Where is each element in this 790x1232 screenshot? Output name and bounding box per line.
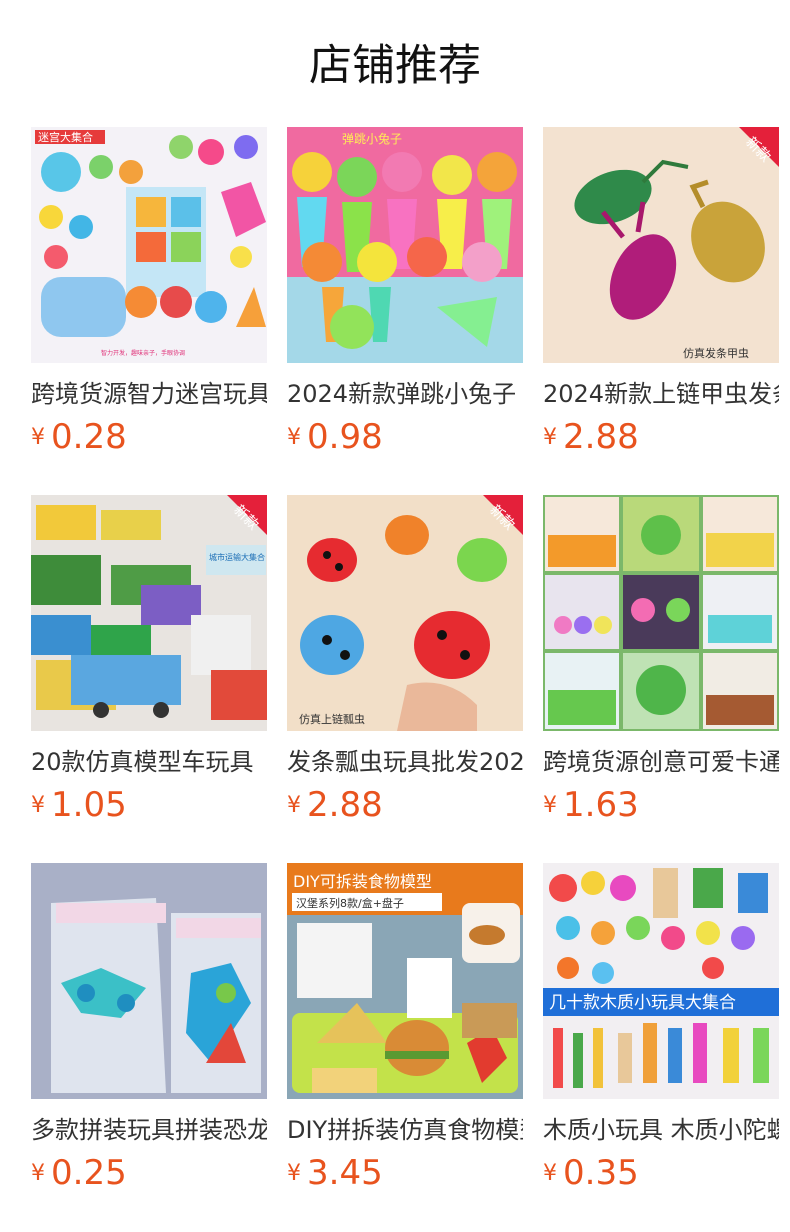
product-price: ¥0.35 <box>543 1153 639 1193</box>
currency-symbol: ¥ <box>287 1160 301 1186</box>
currency-symbol: ¥ <box>287 792 301 818</box>
product-title[interactable]: 发条瓢虫玩具批发2024 <box>287 746 523 778</box>
product-price: ¥3.45 <box>287 1153 383 1193</box>
food-model-image[interactable]: DIY可拆装食物模型 汉堡系列8款/盒+盘子 <box>287 863 523 1099</box>
product-card[interactable]: 几十款木质小玩具大集合 木质小玩具 木质小陀螺 ¥0.35 <box>543 863 779 1231</box>
product-card[interactable]: 跨境货源创意可爱卡通 ¥1.63 <box>543 495 779 863</box>
currency-symbol: ¥ <box>543 424 557 450</box>
wooden-toys-image[interactable]: 几十款木质小玩具大集合 <box>543 863 779 1099</box>
product-card[interactable]: 城市运输大集合 新款 20款仿真模型车玩具 ¥1.05 <box>31 495 267 863</box>
price-value: 0.98 <box>307 417 383 457</box>
banner-text: 几十款木质小玩具大集合 <box>549 993 736 1013</box>
sub-banner-text: 汉堡系列8款/盒+盘子 <box>296 896 404 910</box>
maze-toys-image[interactable]: 迷宫大集合 智力开发，趣味亲子，手眼协调 <box>31 127 267 363</box>
banner-text: 城市运输大集合 <box>209 552 265 562</box>
product-card[interactable]: 多款拼装玩具拼装恐龙 ¥0.25 <box>31 863 267 1231</box>
toy-trucks-image[interactable]: 城市运输大集合 新款 <box>31 495 267 731</box>
price-value: 0.28 <box>51 417 127 457</box>
price-value: 0.25 <box>51 1153 127 1193</box>
caption-text: 智力开发，趣味亲子，手眼协调 <box>101 349 185 357</box>
product-card[interactable]: 迷宫大集合 智力开发，趣味亲子，手眼协调 跨境货源智力迷宫玩具 ¥ 0.28 <box>31 127 267 495</box>
product-title[interactable]: 跨境货源智力迷宫玩具 <box>31 378 267 410</box>
product-title[interactable]: 跨境货源创意可爱卡通 <box>543 746 779 778</box>
price-value: 1.05 <box>51 785 127 825</box>
price-value: 3.45 <box>307 1153 383 1193</box>
product-price: ¥2.88 <box>543 417 639 457</box>
currency-symbol: ¥ <box>31 1160 45 1186</box>
product-price: ¥0.25 <box>31 1153 127 1193</box>
product-card[interactable]: 新款 仿真上链瓢虫 发条瓢虫玩具批发2024 ¥2.88 <box>287 495 523 863</box>
beetle-image[interactable]: 新款 仿真发条甲虫 <box>543 127 779 363</box>
currency-symbol: ¥ <box>287 424 301 450</box>
product-price: ¥1.05 <box>31 785 127 825</box>
price-value: 2.88 <box>563 417 639 457</box>
product-card[interactable]: 弹跳小兔子 2024新款弹跳小兔子 ¥ 0.98 <box>287 127 523 495</box>
currency-symbol: ¥ <box>31 792 45 818</box>
currency-symbol: ¥ <box>543 792 557 818</box>
caption-text: 仿真上链瓢虫 <box>299 712 365 726</box>
product-price: ¥1.63 <box>543 785 639 825</box>
banner-text: 弹跳小兔子 <box>342 131 402 146</box>
product-price: ¥0.28 <box>31 417 127 457</box>
product-title[interactable]: 2024新款弹跳小兔子 <box>287 378 523 410</box>
price-value: 0.35 <box>563 1153 639 1193</box>
assembly-toy-bags-image[interactable] <box>31 863 267 1099</box>
price-value: 2.88 <box>307 785 383 825</box>
product-price: ¥0.98 <box>287 417 383 457</box>
page-title: 店铺推荐 <box>309 41 481 91</box>
price-value: 1.63 <box>563 785 639 825</box>
product-title[interactable]: 2024新款上链甲虫发条 <box>543 378 779 410</box>
product-card[interactable]: DIY可拆装食物模型 汉堡系列8款/盒+盘子 DIY拼拆装仿真食物模型 ¥3.4… <box>287 863 523 1231</box>
product-price: ¥2.88 <box>287 785 383 825</box>
currency-symbol: ¥ <box>31 424 45 450</box>
product-card[interactable]: 新款 仿真发条甲虫 2024新款上链甲虫发条 ¥2.88 <box>543 127 779 495</box>
product-title[interactable]: 20款仿真模型车玩具 <box>31 746 267 778</box>
currency-symbol: ¥ <box>543 1160 557 1186</box>
banner-text: DIY可拆装食物模型 <box>293 872 432 891</box>
banner-text: 迷宫大集合 <box>38 130 93 144</box>
bouncing-bunny-image[interactable]: 弹跳小兔子 <box>287 127 523 363</box>
product-title[interactable]: 多款拼装玩具拼装恐龙 <box>31 1114 267 1146</box>
caption-text: 仿真发条甲虫 <box>683 346 749 360</box>
product-title[interactable]: DIY拼拆装仿真食物模型 <box>287 1114 523 1146</box>
product-grid: 迷宫大集合 智力开发，趣味亲子，手眼协调 跨境货源智力迷宫玩具 ¥ 0.28 弹… <box>31 127 779 1231</box>
squishy-toys-image[interactable] <box>543 495 779 731</box>
product-title[interactable]: 木质小玩具 木质小陀螺 <box>543 1114 779 1146</box>
ladybug-image[interactable]: 新款 仿真上链瓢虫 <box>287 495 523 731</box>
